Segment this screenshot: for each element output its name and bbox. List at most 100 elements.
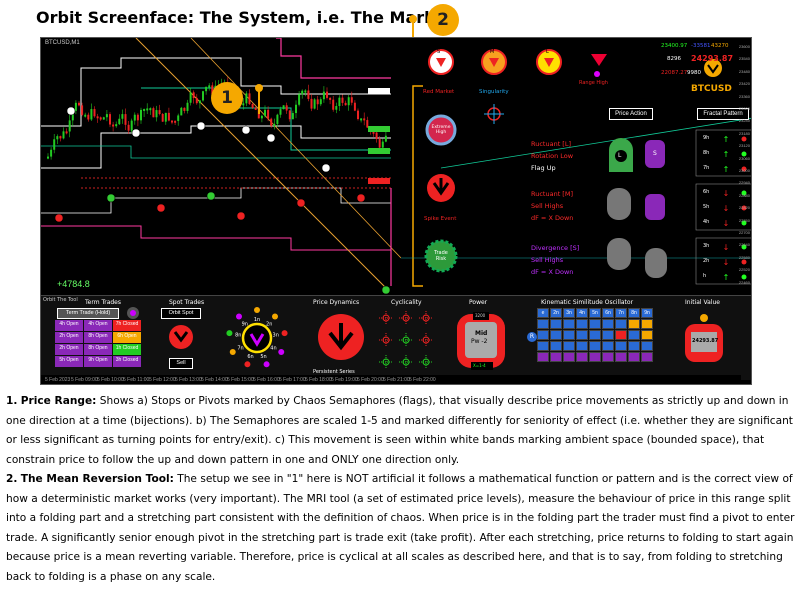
kin-cell xyxy=(589,341,601,351)
kin-cell xyxy=(563,352,575,362)
time-tick-label: 5 Feb 15:00 xyxy=(227,377,254,383)
dial-m-label: M xyxy=(490,49,495,55)
orbit-node xyxy=(278,349,285,355)
kin-cell xyxy=(602,341,614,351)
price-tick-label: 23180 xyxy=(738,130,750,136)
kin-cell xyxy=(550,352,562,362)
orbit-node xyxy=(244,361,251,368)
callout-pin-1 xyxy=(258,88,260,114)
term-trades-grid: 4h Open 4h Open 7h Closed 2h Open 8h Open 6h … xyxy=(55,320,141,367)
kin-column-label: 3n xyxy=(563,308,575,318)
term-trade-hold-button[interactable]: Term Trade (Hold) xyxy=(57,308,119,319)
price-tick-label: 23420 xyxy=(738,81,750,87)
kin-column-label: 9n xyxy=(641,308,653,318)
term-trade-cell[interactable]: 4h Open xyxy=(84,320,112,331)
initial-price-value: 24293.87 xyxy=(692,338,719,344)
kin-cell xyxy=(550,341,562,351)
signal-pane-graphics: ↑ ↑ ↑ ↓ ↓ ↓ ↓ ↓ ↑ xyxy=(401,49,751,287)
term-trade-cell[interactable]: 3h Closed xyxy=(113,356,141,367)
term-trade-cell[interactable]: 8h Open xyxy=(84,332,112,343)
orbit-node xyxy=(271,313,278,320)
term-trade-cell[interactable]: 5h Open xyxy=(55,356,83,367)
price-tick-label: 22820 xyxy=(738,205,750,211)
spike-event-label: Spike Event xyxy=(424,216,457,222)
chart-stat: +4784.8 xyxy=(57,279,90,289)
orbit-node-label: 7n xyxy=(237,346,243,352)
quote-1: 23400.97 xyxy=(661,43,688,49)
kin-cell xyxy=(537,330,549,340)
kin-cell xyxy=(602,330,614,340)
range-high-label: Range High xyxy=(579,80,608,86)
term-trades-title: Term Trades xyxy=(85,299,122,306)
quote-4: 8296 xyxy=(667,56,681,62)
kin-cell xyxy=(537,341,549,351)
price-tick-label: 23000 xyxy=(738,168,750,173)
term-trade-cell[interactable]: 4h Open xyxy=(55,320,83,331)
kin-cell xyxy=(576,319,588,329)
kin-cell xyxy=(628,341,640,351)
time-tick-label: 5 Feb 21:00 xyxy=(383,377,410,383)
svg-text:↓: ↓ xyxy=(723,219,730,228)
price-tick-label: 23360 xyxy=(738,93,750,99)
svg-text:↑: ↑ xyxy=(723,165,730,174)
singularity-label: Singularity xyxy=(479,89,509,95)
kin-column-label: 5n xyxy=(589,308,601,318)
power-title: Power xyxy=(469,299,488,306)
chart-canvas xyxy=(41,38,401,295)
svg-text:↑: ↑ xyxy=(723,135,730,144)
kin-cell xyxy=(615,341,627,351)
price-axis: 23600 23540 23480 23420 23360 23300 23240 23180… xyxy=(737,38,751,375)
kin-cell xyxy=(576,341,588,351)
time-tick-label: 5 Feb 16:00 xyxy=(253,377,280,383)
note-1: 1. Price Range: Shows a) Stops or Pivots… xyxy=(6,395,793,466)
orbit-tool-panel: Orbit The Tool Term Trades Term Trade (H… xyxy=(41,295,751,380)
term-trade-cell[interactable]: 2h Open xyxy=(55,344,83,355)
chart-symbol-info: BTCUSD,M1 xyxy=(45,40,80,46)
signal-pane: ↑ ↑ ↑ ↓ ↓ ↓ ↓ ↓ ↑ S M L Range High 23400.97 -3… xyxy=(401,38,751,295)
kin-cell xyxy=(563,330,575,340)
orbit-dial[interactable]: 1n 2n3n 4n 5n 6n 7n 8n9n xyxy=(217,298,297,378)
orbit-node-label: 3n xyxy=(273,333,279,339)
pill-l-label: L xyxy=(618,152,622,159)
price-tick-label: 22460 xyxy=(738,279,750,285)
term-trade-cell[interactable]: 1h Closed xyxy=(113,344,141,355)
orbit-node xyxy=(263,361,270,368)
page-title: Orbit Screenface: The System, i.e. The M… xyxy=(36,8,453,27)
price-action-button[interactable]: Price Action xyxy=(609,108,653,120)
time-tick-label: 5 Feb 09:00 xyxy=(71,377,98,383)
price-tick-label: 22520 xyxy=(738,267,750,273)
kin-cell xyxy=(589,352,601,362)
note-1-heading: Price Range: xyxy=(20,395,97,407)
svg-text:↑: ↑ xyxy=(723,273,730,282)
term-trade-cell[interactable]: 6h Open xyxy=(113,332,141,343)
svg-text:↓: ↓ xyxy=(723,258,730,267)
price-chart[interactable]: BTCUSD,M1 +4784.8 xyxy=(41,38,401,295)
price-tick-label: 23600 xyxy=(738,44,750,49)
cyclicality-title: Cyclicality xyxy=(391,299,422,306)
price-dynamics-icon xyxy=(318,314,364,360)
red-market-label: Red Market xyxy=(423,89,455,95)
orbit-spot-button[interactable]: Orbit Spot xyxy=(161,308,201,319)
kin-cell xyxy=(589,319,601,329)
time-tick-label: 5 Feb 18:00 xyxy=(305,377,332,383)
price-tick-label: 23540 xyxy=(738,56,750,62)
callout-badge-1: 1 xyxy=(211,82,243,114)
orbit-node-label: 6n xyxy=(247,354,253,360)
time-tick-label: 5 Feb 13:00 xyxy=(175,377,202,383)
kin-cell xyxy=(615,319,627,329)
orbit-node xyxy=(226,330,233,337)
time-tick-label: 5 Feb 12:00 xyxy=(149,377,176,383)
term-trade-cell[interactable]: 2h Open xyxy=(55,332,83,343)
time-tick-label: 5 Feb 11:00 xyxy=(123,377,150,383)
dial-l-label: L xyxy=(546,49,549,55)
notes-list: 1. Price Range: Shows a) Stops or Pivots… xyxy=(6,392,796,587)
clock-icon xyxy=(127,307,139,319)
sell-button[interactable]: Sell xyxy=(169,358,193,369)
kin-column-label: 2n xyxy=(550,308,562,318)
kin-cell xyxy=(628,330,640,340)
term-trade-cell[interactable]: 9h Open xyxy=(84,356,112,367)
kin-cell xyxy=(602,319,614,329)
svg-text:↓: ↓ xyxy=(723,189,730,198)
term-trade-cell[interactable]: 8h Open xyxy=(84,344,112,355)
term-trade-cell[interactable]: 7h Closed xyxy=(113,320,141,331)
